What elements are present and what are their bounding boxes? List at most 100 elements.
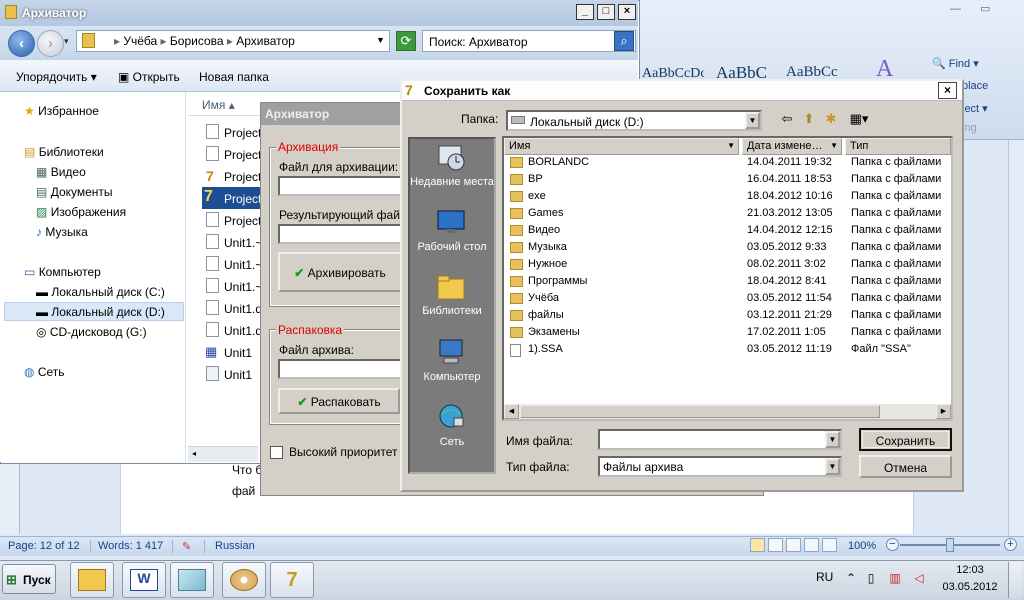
close-button[interactable]: × xyxy=(618,4,636,20)
file-date[interactable]: 14.04.2011 19:32 xyxy=(747,156,832,168)
file-date[interactable]: 03.12.2011 21:29 xyxy=(747,309,832,321)
file-type[interactable]: Папка с файлами xyxy=(851,241,941,253)
breadcrumb-item[interactable]: Архиватор xyxy=(236,34,295,48)
unpack-button[interactable]: ✔ Распаковать xyxy=(278,388,400,414)
file-name[interactable]: BP xyxy=(528,173,543,185)
file-date[interactable]: 21.03.2012 13:05 xyxy=(747,207,833,219)
new-folder-icon[interactable]: ✱ xyxy=(822,111,840,128)
file-type[interactable]: Папка с файлами xyxy=(851,224,941,236)
battery-icon[interactable]: ▯ xyxy=(864,571,878,587)
file-name[interactable]: Музыка xyxy=(528,241,567,253)
file-date[interactable]: 08.02.2011 3:02 xyxy=(747,258,826,270)
file-name[interactable]: BORLANDC xyxy=(528,156,589,168)
file-date[interactable]: 14.04.2012 12:15 xyxy=(747,224,833,236)
column-header-name[interactable]: Имя ▼ xyxy=(504,138,739,155)
save-as-titlebar[interactable]: 7 Сохранить как xyxy=(402,81,962,101)
language-indicator[interactable]: Russian xyxy=(215,540,255,552)
file-date[interactable]: 18.04.2012 8:41 xyxy=(747,275,827,287)
file-date[interactable]: 03.05.2012 11:19 xyxy=(747,343,832,355)
column-header-name[interactable]: Имя ▴ xyxy=(188,94,268,116)
web-layout-view-icon[interactable] xyxy=(786,538,801,552)
folder-dropdown-arrow-icon[interactable]: ▼ xyxy=(745,112,760,129)
volume-muted-icon[interactable]: ◁ xyxy=(912,571,926,587)
clock-time[interactable]: 12:03 xyxy=(950,564,990,576)
word-vertical-scrollbar[interactable] xyxy=(1008,140,1024,536)
search-icon[interactable]: ⌕ xyxy=(614,31,634,51)
file-item[interactable]: Project xyxy=(224,214,261,228)
forward-button[interactable]: › xyxy=(37,30,64,57)
result-file-input[interactable] xyxy=(278,224,402,244)
file-name[interactable]: Games xyxy=(528,207,563,219)
start-button[interactable]: ⊞ Пуск xyxy=(2,564,56,594)
file-item[interactable]: Project xyxy=(224,126,261,140)
file-item[interactable]: Unit1.d xyxy=(224,302,262,316)
place-network[interactable]: Сеть xyxy=(408,436,496,449)
back-button[interactable]: ‹ xyxy=(8,30,35,57)
file-name[interactable]: Экзамены xyxy=(528,326,580,338)
file-date[interactable]: 16.04.2011 18:53 xyxy=(747,173,832,185)
file-name[interactable]: Программы xyxy=(528,275,587,287)
file-item[interactable]: Unit1.d xyxy=(224,324,262,338)
file-name[interactable]: exe xyxy=(528,190,546,202)
breadcrumb-item[interactable]: Борисова xyxy=(170,34,224,48)
file-name[interactable]: файлы xyxy=(528,309,564,321)
place-computer[interactable]: Компьютер xyxy=(408,371,496,384)
nav-images[interactable]: ▨ Изображения xyxy=(36,205,126,219)
word-count[interactable]: Words: 1 417 xyxy=(98,540,163,552)
filetype-select[interactable]: Файлы архива xyxy=(598,456,842,477)
zoom-level[interactable]: 100% xyxy=(848,540,876,552)
save-button[interactable]: Сохранить xyxy=(859,428,952,451)
file-type[interactable]: Файл "SSA" xyxy=(851,343,911,355)
nav-documents[interactable]: ▤ Документы xyxy=(36,185,113,199)
zoom-out-button[interactable]: − xyxy=(886,538,899,551)
file-item[interactable]: Unit1.~ xyxy=(224,258,262,272)
file-item-selected[interactable]: Project xyxy=(224,192,261,206)
nav-video[interactable]: ▦ Видео xyxy=(36,165,86,179)
place-desktop[interactable]: Рабочий стол xyxy=(408,241,496,254)
proofing-icon[interactable]: ✎ xyxy=(182,540,191,553)
file-type[interactable]: Папка с файлами xyxy=(851,207,941,219)
outline-view-icon[interactable] xyxy=(804,538,819,552)
file-type[interactable]: Папка с файлами xyxy=(851,292,941,304)
file-name[interactable]: Учёба xyxy=(528,292,559,304)
show-desktop-button[interactable] xyxy=(1008,562,1022,598)
file-list-hscrollbar[interactable]: ◂ xyxy=(188,446,258,462)
back-arrow-icon[interactable]: ⇦ xyxy=(778,111,796,128)
place-libraries[interactable]: Библиотеки xyxy=(408,305,496,318)
recent-pages-dropdown-icon[interactable]: ▾ xyxy=(64,36,69,47)
page-count[interactable]: Page: 12 of 12 xyxy=(8,540,80,552)
maximize-button[interactable]: □ xyxy=(597,4,615,20)
file-item[interactable]: Unit1 xyxy=(224,346,252,360)
find-button[interactable]: 🔍 Find ▾ xyxy=(932,57,979,70)
close-button[interactable]: × xyxy=(938,82,957,99)
explorer-titlebar[interactable]: Архиватор _ □ × xyxy=(0,0,638,26)
zoom-slider-handle[interactable] xyxy=(946,538,954,552)
filetype-dropdown-arrow-icon[interactable]: ▼ xyxy=(825,458,840,475)
full-screen-view-icon[interactable] xyxy=(768,538,783,552)
view-menu-icon[interactable]: ▦▾ xyxy=(846,111,872,128)
file-item[interactable]: Unit1.~ xyxy=(224,236,262,250)
select-button[interactable]: lect ▾ xyxy=(962,102,988,115)
file-name[interactable]: Видео xyxy=(528,224,560,236)
network-status-icon[interactable]: ▥ xyxy=(888,571,902,587)
file-date[interactable]: 03.05.2012 9:33 xyxy=(747,241,827,253)
folder-combobox[interactable]: Локальный диск (D:) xyxy=(506,110,762,131)
nav-libraries[interactable]: ▤ Библиотеки xyxy=(24,145,104,159)
zoom-in-button[interactable]: + xyxy=(1004,538,1017,551)
minimize-button[interactable]: _ xyxy=(576,4,594,20)
replace-button[interactable]: place xyxy=(962,80,988,92)
file-date[interactable]: 18.04.2012 10:16 xyxy=(747,190,833,202)
open-button[interactable]: ▣ Открыть xyxy=(118,70,180,84)
file-date[interactable]: 17.02.2011 1:05 xyxy=(747,326,826,338)
file-type[interactable]: Папка с файлами xyxy=(851,173,941,185)
refresh-icon[interactable]: ⟳ xyxy=(396,31,416,51)
file-date[interactable]: 03.05.2012 11:54 xyxy=(747,292,832,304)
clock-date[interactable]: 03.05.2012 xyxy=(942,581,998,593)
column-header-type[interactable]: Тип xyxy=(845,138,951,155)
archive-file-input[interactable] xyxy=(278,359,402,379)
file-name[interactable]: Нужное xyxy=(528,258,567,270)
language-indicator[interactable]: RU xyxy=(816,570,833,584)
filename-input[interactable] xyxy=(598,429,842,450)
new-folder-button[interactable]: Новая папка xyxy=(199,70,269,84)
scroll-right-button[interactable]: ▶ xyxy=(936,404,951,419)
